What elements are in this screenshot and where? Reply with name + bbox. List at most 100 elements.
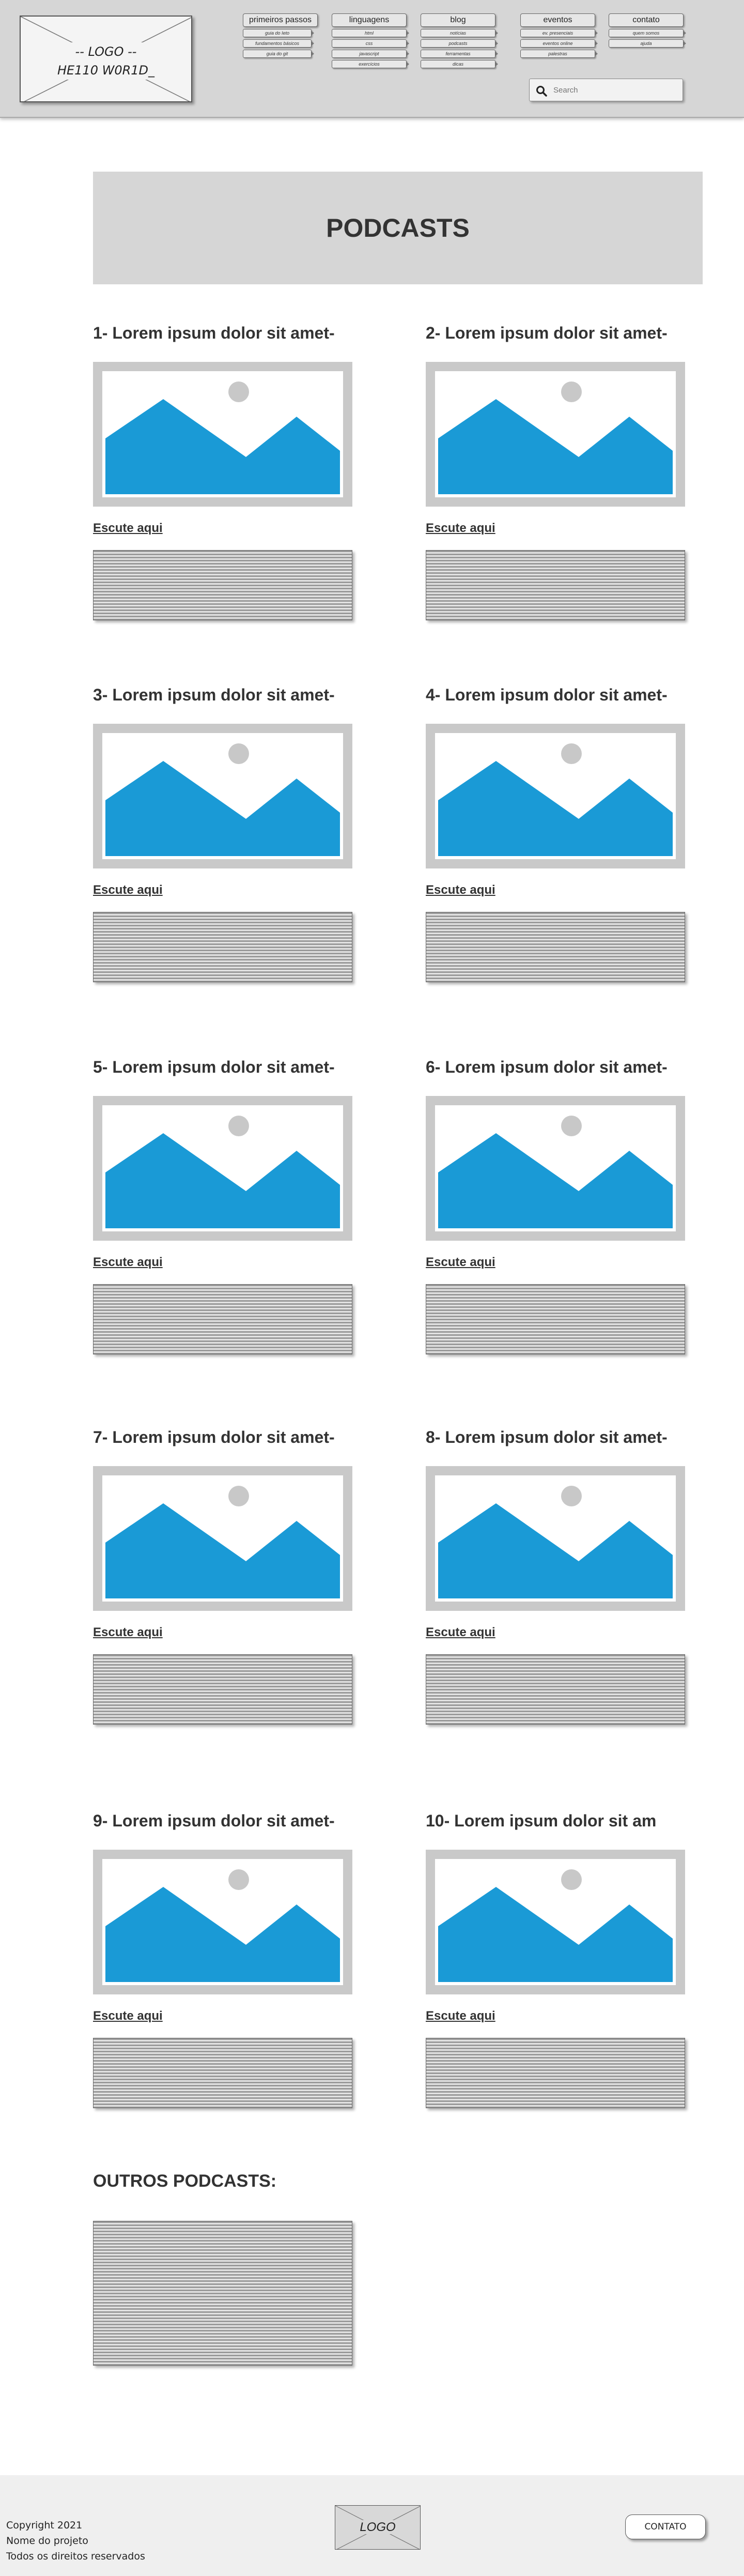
site-header: -- LOGO -- HE110 W0R1D_ primeiros passos… (0, 0, 744, 118)
search-box[interactable] (529, 79, 683, 101)
podcast-title: 6- Lorem ipsum dolor sit amet- (426, 1058, 668, 1076)
nav-menu-button[interactable]: primeiros passos (243, 13, 318, 27)
nav-menu-0: primeiros passos guia do Ieto fundamentos … (243, 13, 318, 58)
podcast-title: 2- Lorem ipsum dolor sit amet- (426, 324, 668, 342)
podcast-item: 6- Lorem ipsum dolor sit amet- Escute aqu… (426, 1057, 715, 1356)
nav-submenu-item[interactable]: podcasts (421, 39, 498, 48)
listen-link[interactable]: Escute aqui (426, 2009, 503, 2023)
footer-info: Copyright 2021 Nome do projeto Todos os … (6, 2518, 145, 2564)
nav-submenu-item[interactable]: guia do git (243, 50, 314, 58)
listen-link[interactable]: Escute aqui (93, 883, 170, 897)
podcast-image (426, 1466, 685, 1611)
logo-text: -- LOGO -- HE110 W0R1D_ (21, 42, 191, 80)
podcast-item: 7- Lorem ipsum dolor sit amet- Escute aqu… (93, 1427, 382, 1727)
podcast-image (93, 1850, 352, 1994)
listen-link[interactable]: Escute aqui (93, 1625, 170, 1640)
header-logo[interactable]: -- LOGO -- HE110 W0R1D_ (20, 16, 192, 102)
image-placeholder-icon (102, 1105, 343, 1231)
nav-menu-button[interactable]: linguagens (332, 13, 407, 27)
image-placeholder-icon (435, 733, 676, 859)
podcast-title: 7- Lorem ipsum dolor sit amet- (93, 1428, 335, 1446)
podcast-title: 3- Lorem ipsum dolor sit amet- (93, 685, 335, 704)
nav-submenu-item[interactable]: quem somos (609, 29, 686, 37)
nav-submenu-item[interactable]: fundamentos básicos (243, 39, 314, 48)
listen-link[interactable]: Escute aqui (426, 1625, 503, 1640)
listen-link[interactable]: Escute aqui (426, 1255, 503, 1270)
listen-link[interactable]: Escute aqui (93, 2009, 170, 2023)
podcast-description-placeholder (93, 2038, 352, 2108)
podcast-item: 3- Lorem ipsum dolor sit amet- Escute aqu… (93, 684, 382, 984)
nav-submenu-item[interactable]: html (332, 29, 409, 37)
nav-menu-button[interactable]: eventos (520, 13, 595, 27)
nav-submenu-item[interactable]: dicas (421, 60, 498, 68)
nav-submenu-item[interactable]: css (332, 39, 409, 48)
footer-project: Nome do projeto (6, 2535, 88, 2547)
site-footer: Copyright 2021 Nome do projeto Todos os … (0, 2475, 744, 2576)
podcast-description-placeholder (426, 2038, 685, 2108)
nav-menu-3: eventos ev. presenciais eventos online pale… (520, 13, 598, 58)
podcast-image (93, 362, 352, 507)
podcast-description-placeholder (426, 550, 685, 620)
podcast-title: 1- Lorem ipsum dolor sit amet- (93, 324, 335, 342)
page-title: PODCASTS (326, 214, 470, 242)
listen-link[interactable]: Escute aqui (93, 521, 170, 536)
podcast-item: 4- Lorem ipsum dolor sit amet- Escute aqu… (426, 684, 715, 984)
podcast-title: 8- Lorem ipsum dolor sit amet- (426, 1428, 668, 1446)
podcast-description-placeholder (426, 1284, 685, 1354)
listen-link[interactable]: Escute aqui (426, 521, 503, 536)
footer-rights: Todos os direitos reservados (6, 2551, 145, 2562)
podcast-title: 9- Lorem ipsum dolor sit amet- (93, 1811, 335, 1830)
podcast-description-placeholder (93, 1654, 352, 1725)
nav-menu-1: linguagens html css javascript exercícios (332, 13, 409, 68)
podcast-image (426, 1850, 685, 1994)
footer-logo[interactable]: LOGO (335, 2505, 421, 2550)
nav-submenu-item[interactable]: notícias (421, 29, 498, 37)
podcast-image (93, 1466, 352, 1611)
podcast-image (426, 1096, 685, 1241)
image-placeholder-icon (102, 1475, 343, 1602)
page-banner: PODCASTS (93, 172, 703, 284)
podcast-title: 4- Lorem ipsum dolor sit amet- (426, 685, 668, 704)
nav-submenu-item[interactable]: palestras (520, 50, 598, 58)
podcast-description-placeholder (93, 1284, 352, 1354)
podcast-item: 5- Lorem ipsum dolor sit amet- Escute aqu… (93, 1057, 382, 1356)
podcast-description-placeholder (93, 550, 352, 620)
search-input[interactable] (553, 83, 677, 97)
image-placeholder-icon (435, 371, 676, 497)
image-placeholder-icon (435, 1105, 676, 1231)
podcast-image (426, 362, 685, 507)
listen-link[interactable]: Escute aqui (93, 1255, 170, 1270)
listen-link[interactable]: Escute aqui (426, 883, 503, 897)
podcast-image (93, 724, 352, 868)
footer-logo-text: LOGO (357, 2520, 399, 2534)
logo-line-1: -- LOGO -- (54, 42, 158, 61)
podcast-description-placeholder (426, 1654, 685, 1725)
nav-menu-4: contato quem somos ajuda (609, 13, 686, 48)
podcast-description-placeholder (426, 912, 685, 982)
nav-submenu-item[interactable]: ev. presenciais (520, 29, 598, 37)
footer-logo-wrap: LOGO (335, 2520, 420, 2535)
nav-menu-button[interactable]: blog (421, 13, 495, 27)
nav-submenu-item[interactable]: guia do Ieto (243, 29, 314, 37)
search-icon (536, 86, 547, 97)
nav-menu-button[interactable]: contato (609, 13, 684, 27)
others-text-placeholder (93, 2221, 352, 2366)
podcast-description-placeholder (93, 912, 352, 982)
nav-submenu-item[interactable]: ajuda (609, 39, 686, 48)
others-title: OUTROS PODCASTS: (93, 2171, 277, 2191)
podcast-item: 10- Lorem ipsum dolor sit am Escute aqui (426, 1810, 715, 2110)
image-placeholder-icon (102, 733, 343, 859)
podcast-image (93, 1096, 352, 1241)
nav-submenu-item[interactable]: ferramentas (421, 50, 498, 58)
image-placeholder-icon (435, 1859, 676, 1985)
logo-line-2: HE110 W0R1D_ (54, 61, 158, 80)
contact-button[interactable]: CONTATO (625, 2514, 706, 2539)
nav-submenu-item[interactable]: exercícios (332, 60, 409, 68)
footer-copyright: Copyright 2021 (6, 2520, 83, 2531)
podcast-item: 2- Lorem ipsum dolor sit amet- Escute aqu… (426, 323, 715, 622)
nav-submenu-item[interactable]: eventos online (520, 39, 598, 48)
image-placeholder-icon (102, 1859, 343, 1985)
nav-menu-2: blog notícias podcasts ferramentas dicas (421, 13, 498, 68)
nav-submenu-item[interactable]: javascript (332, 50, 409, 58)
podcast-item: 9- Lorem ipsum dolor sit amet- Escute aqu… (93, 1810, 382, 2110)
